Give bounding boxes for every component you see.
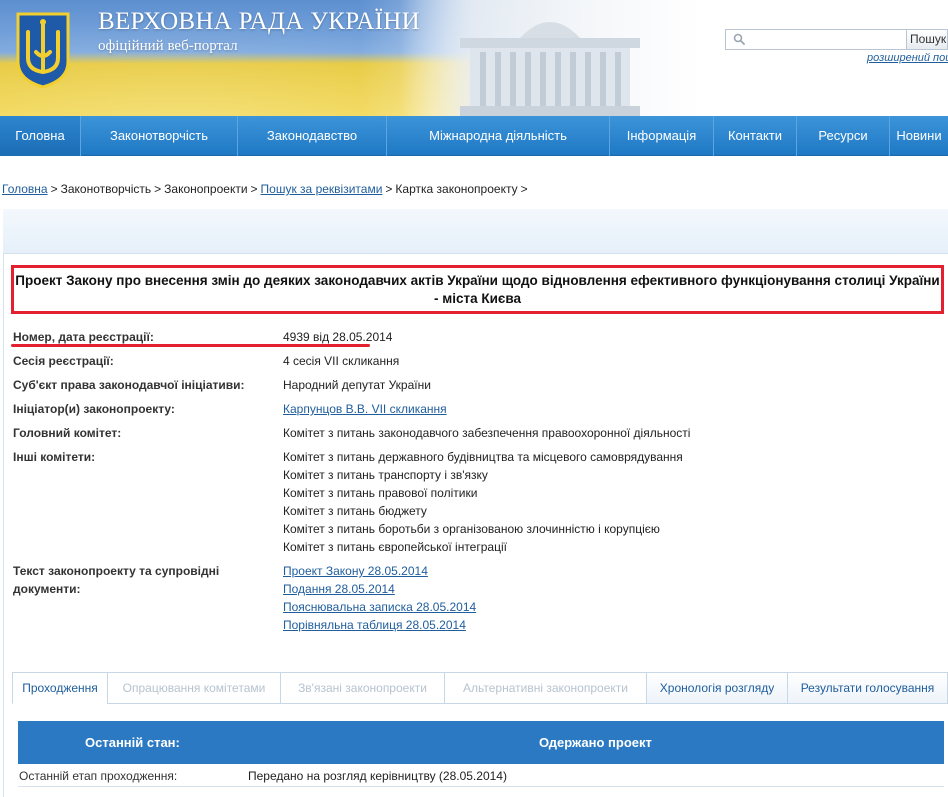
breadcrumb-search-by-details[interactable]: Пошук за реквізитами [261,182,383,196]
initiative-subject-value: Народний депутат України [283,378,431,392]
tab-committee-processing: Опрацювання комітетами [107,672,280,704]
tab-related-bills: Зв'язані законопроекти [280,672,444,704]
tab-passage[interactable]: Проходження [12,672,107,704]
other-committee-item: Комітет з питань правової політики [283,486,478,500]
search-icon [733,33,745,45]
trident-icon [16,12,70,88]
other-committee-item: Комітет з питань транспорту і зв'язку [283,468,488,482]
nav-item-lawmaking[interactable]: Законотворчість [81,116,238,156]
panel-top-bar [3,209,948,254]
other-committees-label: Інші комітети: [13,450,96,464]
site-subtitle: офіційний веб-портал [98,38,238,54]
initiative-subject-label: Суб'єкт права законодавчої ініціативи: [13,378,245,392]
bill-title: Проект Закону про внесення змін до деяки… [11,265,944,314]
tab-review-chronology[interactable]: Хронологія розгляду [646,672,787,704]
initiator-link[interactable]: Карпунцов В.В. VII скликання [283,402,447,416]
breadcrumb-bills: Законопроекти [164,182,248,196]
document-link[interactable]: Подання 28.05.2014 [283,582,395,596]
other-committee-item: Комітет з питань боротьби з організовано… [283,522,660,536]
other-committee-item: Комітет з питань державного будівництва … [283,450,683,464]
bill-tabs: Проходження Опрацювання комітетами Зв'яз… [12,672,948,704]
document-link[interactable]: Порівняльна таблиця 28.05.2014 [283,618,466,632]
session-label: Сесія реєстрації: [13,354,114,368]
other-committee-item: Комітет з питань бюджету [283,504,427,518]
number-date-label: Номер, дата реєстрації: [13,330,154,344]
last-state-label: Останній стан: [85,735,180,750]
search-button[interactable]: Пошук [907,29,948,50]
main-committee-label: Головний комітет: [13,426,122,440]
breadcrumb-lawmaking: Законотворчість [60,182,152,196]
breadcrumb: Головна > Законотворчість > Законопроекти > По… [2,182,528,196]
last-stage-label: Останній етап проходження: [19,769,178,783]
main-committee-value: Комітет з питань законодавчого забезпече… [283,426,691,440]
session-value: 4 сесія VII скликання [283,354,400,368]
initiator-label: Ініціатор(и) законопроекту: [13,402,175,416]
number-date-value: 4939 від 28.05.2014 [283,330,393,344]
divider [18,786,944,787]
documents-label-cont: документи: [13,582,81,596]
tab-voting-results[interactable]: Результати голосування [787,672,948,704]
nav-item-legislation[interactable]: Законодавство [238,116,387,156]
nav-item-information[interactable]: Інформація [610,116,714,156]
nav-item-news[interactable]: Новини [890,116,948,156]
nav-item-international[interactable]: Міжнародна діяльність [387,116,610,156]
nav-item-contacts[interactable]: Контакти [714,116,797,156]
breadcrumb-bill-card: Картка законопроекту [395,182,518,196]
parliament-building-image [400,0,700,116]
last-state-bar: Останній стан: Одержано проект [18,721,944,764]
nav-item-resources[interactable]: Ресурси [797,116,890,156]
other-committee-item: Комітет з питань європейської інтеграції [283,540,507,554]
documents-label: Текст законопроекту та супровідні [13,564,220,578]
highlight-underline [11,344,370,347]
nav-item-home[interactable]: Головна [0,116,81,156]
search-input[interactable] [750,31,900,48]
advanced-search-link[interactable]: розширений пошук [867,52,948,64]
tab-alternative-bills: Альтернативні законопроекти [444,672,646,704]
last-state-value: Одержано проект [539,735,652,750]
last-stage-value: Передано на розгляд керівництву (28.05.2… [248,769,507,783]
document-link[interactable]: Пояснювальна записка 28.05.2014 [283,600,476,614]
breadcrumb-home[interactable]: Головна [2,182,48,196]
site-header: ВЕРХОВНА РАДА УКРАЇНИ офіційний веб-порт… [0,0,948,116]
main-nav: Головна Законотворчість Законодавство Мі… [0,116,948,156]
document-link[interactable]: Проект Закону 28.05.2014 [283,564,428,578]
site-title[interactable]: ВЕРХОВНА РАДА УКРАЇНИ [98,8,420,36]
